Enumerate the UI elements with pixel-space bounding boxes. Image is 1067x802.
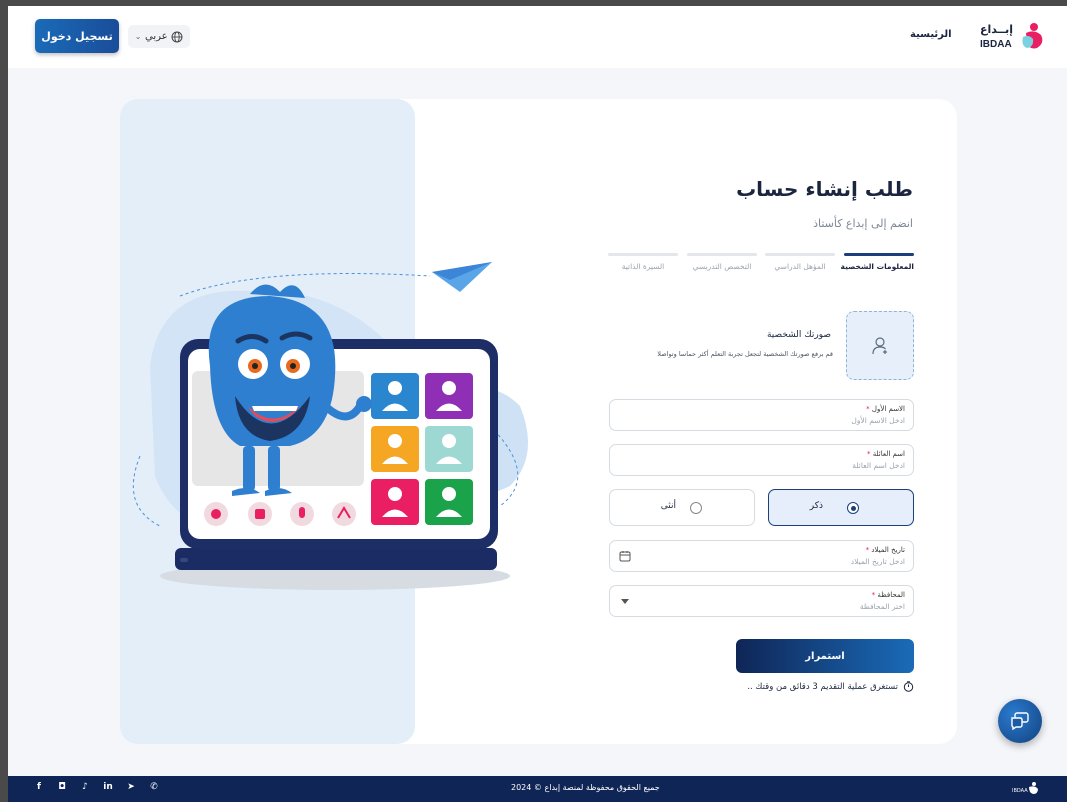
copyright-text: جميع الحقوق محفوظة لمنصة إبداع © 2024: [511, 783, 660, 792]
stepper: المعلومات الشخصية المؤهل الدراسي التخصص …: [606, 253, 914, 277]
tiktok-icon[interactable]: ♪: [80, 782, 90, 792]
male-radio[interactable]: [847, 502, 859, 514]
teacher-laptop-illustration: [132, 262, 528, 590]
footer: f ◘ ♪ in ➤ ✆ جميع الحقوق محفوظة لمنصة إب…: [8, 776, 1067, 802]
first-name-label: الاسم الأول: [871, 405, 905, 413]
first-name-field[interactable]: الاسم الأول * ادخل الاسم الأول: [609, 399, 914, 431]
facebook-icon[interactable]: f: [34, 782, 44, 792]
continue-button[interactable]: استمرار: [736, 639, 914, 673]
footer-logo: IBDAA: [1012, 781, 1040, 797]
birth-date-placeholder: ادخل تاريخ الميلاد: [850, 557, 905, 566]
last-name-placeholder: ادخل اسم العائلة: [852, 461, 905, 470]
time-note-text: تستغرق عملية التقديم 3 دقائق من وقتك ..: [747, 681, 898, 692]
gender-option-male[interactable]: ذكر: [768, 489, 914, 526]
birth-date-field[interactable]: تاريخ الميلاد * ادخل تاريخ الميلاد: [609, 540, 914, 572]
page-title: طلب إنشاء حساب: [736, 177, 913, 201]
nav-home-link[interactable]: الرئيسية: [910, 29, 952, 40]
telegram-icon[interactable]: ➤: [126, 782, 136, 792]
instagram-icon[interactable]: ◘: [57, 782, 67, 792]
birth-date-label: تاريخ الميلاد: [871, 546, 905, 554]
step-education[interactable]: المؤهل الدراسي: [765, 253, 835, 271]
language-label: عربي: [145, 31, 168, 42]
governorate-label: المحافظة: [877, 591, 905, 599]
dropdown-caret-icon[interactable]: [621, 599, 629, 604]
linkedin-icon[interactable]: in: [103, 782, 113, 792]
timer-icon: [903, 681, 914, 692]
governorate-select[interactable]: المحافظة * اختر المحافظة: [609, 585, 914, 617]
last-name-field[interactable]: اسم العائلة * ادخل اسم العائلة: [609, 444, 914, 476]
login-button[interactable]: تسجيل دخول: [35, 19, 119, 53]
social-links: f ◘ ♪ in ➤ ✆: [34, 782, 159, 792]
logo-mark-icon: [1022, 23, 1043, 49]
female-label: أنثى: [660, 501, 676, 511]
photo-upload-box[interactable]: [846, 311, 914, 380]
step-cv[interactable]: السيرة الذاتية: [608, 253, 678, 271]
chat-bubbles-icon: [1011, 712, 1029, 730]
calendar-icon[interactable]: [619, 550, 631, 562]
step-personal-info[interactable]: المعلومات الشخصية: [841, 253, 914, 271]
logo-arabic-text: إبــداع: [980, 23, 1014, 36]
last-name-label: اسم العائلة: [872, 450, 905, 458]
male-label: ذكر: [809, 501, 823, 511]
gender-option-female[interactable]: أنثى: [609, 489, 755, 526]
whatsapp-icon[interactable]: ✆: [149, 782, 159, 792]
globe-icon: [171, 31, 183, 42]
photo-description: قم برفع صورتك الشخصية لتجعل تجربة التعلم…: [657, 350, 833, 358]
photo-title: صورتك الشخصية: [766, 330, 831, 340]
governorate-placeholder: اختر المحافظة: [859, 602, 905, 611]
top-header: تسجيل دخول ⌄ عربي الرئيسية إبــداع IBDAA: [8, 6, 1067, 68]
time-note: تستغرق عملية التقديم 3 دقائق من وقتك ..: [747, 681, 914, 692]
first-name-placeholder: ادخل الاسم الأول: [851, 416, 905, 425]
page: تسجيل دخول ⌄ عربي الرئيسية إبــداع IBDAA: [8, 6, 1067, 802]
language-selector[interactable]: ⌄ عربي: [128, 25, 190, 48]
ibdaa-logo[interactable]: إبــداع IBDAA: [978, 21, 1046, 55]
female-radio[interactable]: [690, 502, 702, 514]
step-teaching-specialty[interactable]: التخصص التدريسي: [687, 253, 757, 271]
chevron-down-icon: ⌄: [134, 32, 142, 41]
chat-support-button[interactable]: [998, 699, 1042, 743]
logo-english-text: IBDAA: [980, 39, 1012, 50]
add-user-icon: [872, 336, 887, 354]
page-subtitle: انضم إلى إبداع كأستاذ: [813, 217, 913, 230]
footer-logo-text: IBDAA: [1012, 788, 1028, 794]
